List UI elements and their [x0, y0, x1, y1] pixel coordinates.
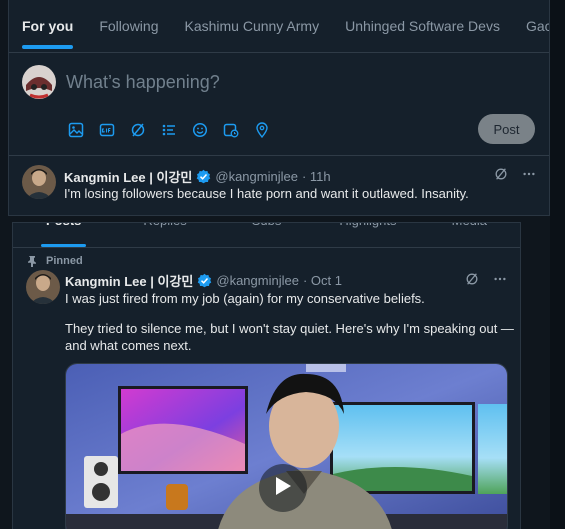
display-name[interactable]: Kangmin Lee | 이강민	[65, 271, 193, 290]
verified-icon	[197, 273, 212, 288]
verified-icon	[196, 169, 211, 184]
emoji-icon[interactable]	[190, 120, 210, 140]
compose-input[interactable]: What’s happening?	[66, 72, 220, 93]
tab-following[interactable]: Following	[86, 0, 171, 53]
timestamp[interactable]: · 11h	[302, 169, 331, 184]
tweet-text: I'm losing followers because I hate porn…	[64, 186, 469, 201]
tab-gacha[interactable]: Gacha G	[513, 0, 549, 53]
tab-kashimu-cunny-army[interactable]: Kashimu Cunny Army	[171, 0, 332, 53]
avatar[interactable]	[26, 270, 60, 304]
grok-icon[interactable]	[128, 120, 148, 140]
feed-tabs: For you Following Kashimu Cunny Army Unh…	[9, 0, 549, 53]
grok-icon[interactable]	[493, 166, 509, 182]
pin-icon	[26, 255, 38, 267]
tweet-header: Kangmin Lee | 이강민 @kangminjlee · 11h	[64, 167, 331, 186]
grok-icon[interactable]	[464, 271, 480, 287]
tab-highlights[interactable]: Highlights	[317, 223, 418, 247]
tab-subs[interactable]: Subs	[216, 223, 317, 247]
handle[interactable]: @kangminjlee	[216, 273, 299, 288]
handle[interactable]: @kangminjlee	[215, 169, 298, 184]
profile-tabs: Posts Replies Subs Highlights Media	[13, 223, 520, 248]
avatar[interactable]	[22, 165, 56, 199]
tweet-actions	[464, 271, 508, 287]
video-thumbnail[interactable]	[65, 363, 508, 529]
location-icon[interactable]	[252, 120, 272, 140]
tab-for-you[interactable]: For you	[9, 0, 86, 53]
home-timeline-panel: For you Following Kashimu Cunny Army Unh…	[8, 0, 550, 216]
tab-replies[interactable]: Replies	[114, 223, 215, 247]
tab-media[interactable]: Media	[419, 223, 520, 247]
tab-posts[interactable]: Posts	[13, 223, 114, 247]
tweet-actions	[493, 166, 537, 182]
background-edge	[550, 0, 565, 529]
tweet-text-line-1: I was just fired from my job (again) for…	[65, 291, 425, 306]
poll-icon[interactable]	[159, 120, 179, 140]
gif-icon[interactable]	[97, 120, 117, 140]
more-icon[interactable]	[492, 271, 508, 287]
display-name[interactable]: Kangmin Lee | 이강민	[64, 167, 192, 186]
composer-toolbar	[66, 120, 272, 140]
pinned-label: Pinned	[28, 255, 83, 267]
tweet[interactable]: Kangmin Lee | 이강민 @kangminjlee · 11h I'm…	[9, 156, 549, 215]
schedule-icon[interactable]	[221, 120, 241, 140]
profile-panel: Posts Replies Subs Highlights Media Pinn…	[12, 222, 521, 529]
tab-unhinged-software-devs[interactable]: Unhinged Software Devs	[332, 0, 513, 53]
pinned-text: Pinned	[46, 255, 83, 267]
tweet-header: Kangmin Lee | 이강민 @kangminjlee · Oct 1	[65, 271, 342, 290]
post-composer: What’s happening? Post	[9, 53, 549, 156]
image-icon[interactable]	[66, 120, 86, 140]
post-button[interactable]: Post	[478, 114, 535, 144]
play-button[interactable]	[259, 464, 307, 512]
play-icon	[273, 475, 293, 502]
more-icon[interactable]	[521, 166, 537, 182]
avatar[interactable]	[22, 65, 56, 99]
tweet-text-line-2: They tried to silence me, but I won't st…	[65, 321, 514, 336]
tweet-text-line-3: and what comes next.	[65, 338, 192, 353]
timestamp[interactable]: · Oct 1	[303, 273, 342, 288]
